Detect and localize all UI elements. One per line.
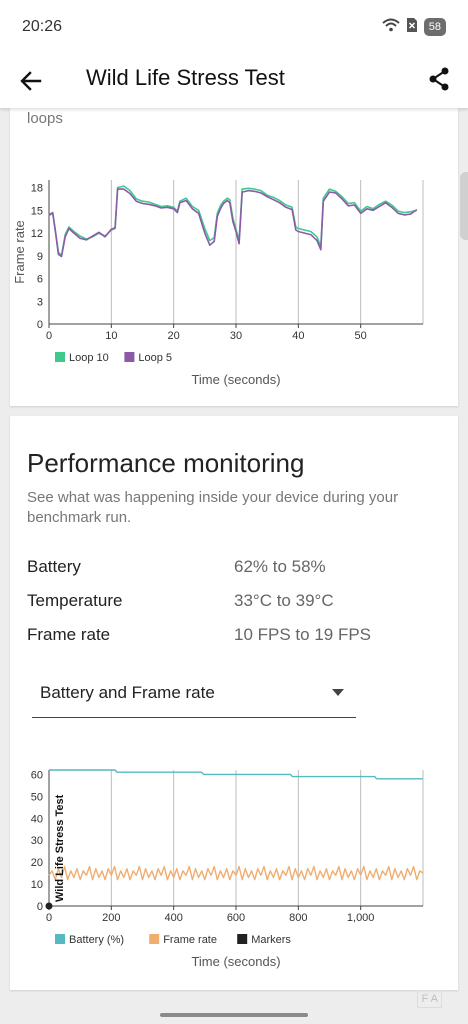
- x-tick-label: 400: [164, 912, 182, 924]
- frame-rate-loop-chart: 0 10 20 30 40 50 0 3 6 9 12 15 18 Loop 10 Loop 5 Time (…: [12, 180, 424, 387]
- marker-point: [45, 902, 53, 910]
- battery-frame-rate-chart: 0 200 400 600 800 1,000 0 10 20 30 40 50 60 Wild Life…: [31, 769, 424, 969]
- watermark: F A: [417, 990, 442, 1008]
- y-tick-label: 10: [31, 879, 43, 891]
- y-tick-label: 50: [31, 791, 43, 803]
- x-axis-label: Time (seconds): [191, 372, 280, 387]
- y-tick-label: 18: [31, 183, 43, 195]
- no-sim-icon: [406, 17, 418, 37]
- legend-label: Markers: [251, 934, 291, 946]
- arrow-left-icon: [20, 71, 42, 91]
- x-tick-label: 20: [168, 330, 180, 342]
- battery-icon: 58: [423, 18, 446, 36]
- wifi-icon: [382, 18, 400, 37]
- y-tick-label: 9: [37, 251, 43, 263]
- x-tick-label: 50: [355, 330, 367, 342]
- x-tick-label: 30: [230, 330, 242, 342]
- x-tick-label: 200: [102, 912, 120, 924]
- marker-annotation-label: Wild Life Stress Test: [54, 794, 66, 902]
- page-title: Wild Life Stress Test: [86, 65, 285, 90]
- x-tick-label: 1,000: [347, 912, 375, 924]
- y-tick-label: 6: [37, 274, 43, 286]
- y-tick-label: 15: [31, 205, 43, 217]
- x-tick-label: 600: [227, 912, 245, 924]
- legend-label: Frame rate: [163, 934, 217, 946]
- y-tick-label: 0: [37, 901, 43, 913]
- y-tick-label: 60: [31, 769, 43, 781]
- y-tick-label: 40: [31, 813, 43, 825]
- status-time: 20:26: [22, 18, 63, 35]
- y-tick-label: 12: [31, 228, 43, 240]
- legend-swatch: [124, 352, 135, 362]
- side-handle[interactable]: [460, 172, 468, 240]
- legend-swatch: [237, 934, 248, 944]
- y-tick-label: 20: [31, 857, 43, 869]
- x-tick-label: 0: [46, 330, 52, 342]
- share-icon: [429, 67, 449, 91]
- y-tick-label: 3: [37, 296, 43, 308]
- x-axis-label: Time (seconds): [191, 954, 280, 969]
- x-tick-label: 0: [46, 912, 52, 924]
- legend-label: Loop 5: [138, 352, 172, 364]
- legend-swatch: [55, 934, 65, 944]
- legend-swatch: [55, 352, 65, 362]
- status-bar: 20:26 58: [0, 0, 468, 52]
- legend-label: Battery (%): [69, 934, 124, 946]
- x-tick-label: 10: [105, 330, 117, 342]
- legend-swatch: [149, 934, 160, 944]
- y-axis-label: Frame rate: [12, 220, 27, 284]
- x-tick-label: 40: [292, 330, 304, 342]
- y-tick-label: 0: [37, 319, 43, 331]
- series-line: [48, 188, 418, 258]
- share-button[interactable]: [422, 62, 456, 96]
- status-icons: 58: [382, 17, 446, 37]
- back-button[interactable]: [14, 64, 48, 98]
- y-tick-label: 30: [31, 835, 43, 847]
- loop-comparison-card: loops 0 10 20 30 40 50 0 3 6 9 12 15 18 Loop 10 Loop 5…: [10, 108, 458, 406]
- x-tick-label: 800: [289, 912, 307, 924]
- app-bar: Wild Life Stress Test: [0, 52, 468, 108]
- performance-monitoring-card: Performance monitoring See what was happ…: [10, 416, 458, 990]
- legend-label: Loop 10: [69, 352, 109, 364]
- gesture-nav-bar[interactable]: [160, 1013, 308, 1017]
